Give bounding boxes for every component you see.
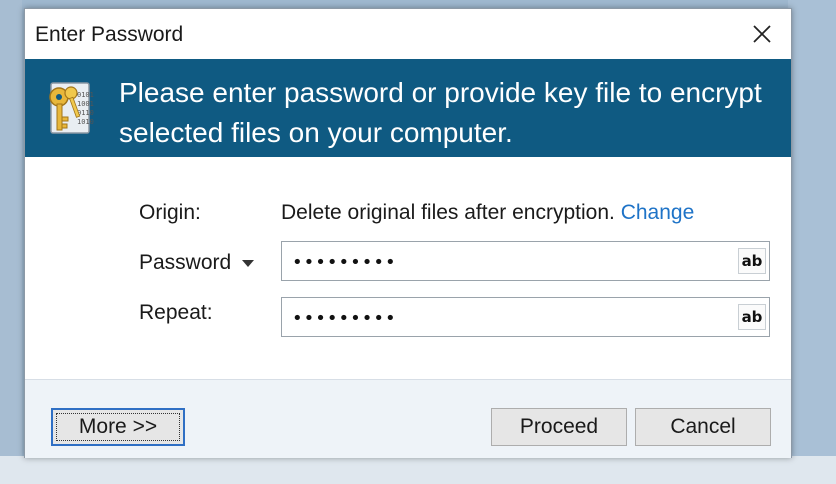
- close-button[interactable]: [733, 9, 791, 59]
- repeat-password-input[interactable]: [290, 302, 734, 334]
- desktop-background-bottom: [0, 456, 836, 484]
- header-banner: 0101 1001 0110 1010 Please enter passwor…: [25, 59, 791, 157]
- keys-document-icon: 0101 1001 0110 1010: [49, 82, 94, 134]
- banner-message: Please enter password or provide key fil…: [119, 77, 762, 148]
- password-type-dropdown[interactable]: Password: [139, 251, 255, 275]
- title-bar: Enter Password: [25, 9, 791, 59]
- dialog-footer: More >> Proceed Cancel: [25, 379, 791, 458]
- cancel-button[interactable]: Cancel: [635, 408, 771, 446]
- window-title: Enter Password: [35, 23, 184, 46]
- reveal-repeat-button[interactable]: ab: [738, 304, 766, 330]
- enter-password-dialog: Enter Password 0101 1001 0110 1010 Pleas…: [24, 8, 792, 458]
- reveal-password-button[interactable]: ab: [738, 248, 766, 274]
- password-input[interactable]: [290, 246, 734, 278]
- more-button[interactable]: More >>: [51, 408, 185, 446]
- close-icon: [753, 25, 771, 43]
- desktop-background-left: [0, 0, 22, 484]
- change-link[interactable]: Change: [621, 201, 695, 224]
- svg-text:0101: 0101: [77, 91, 94, 99]
- desktop-background-right: [788, 0, 836, 484]
- origin-value: Delete original files after encryption.: [281, 201, 615, 224]
- svg-text:1010: 1010: [77, 118, 94, 126]
- repeat-label: Repeat:: [139, 301, 213, 324]
- repeat-password-field[interactable]: ab: [281, 297, 770, 337]
- origin-label: Origin:: [139, 201, 201, 224]
- svg-text:1001: 1001: [77, 100, 94, 108]
- chevron-down-icon: [242, 260, 255, 267]
- password-field[interactable]: ab: [281, 241, 770, 281]
- proceed-button[interactable]: Proceed: [491, 408, 627, 446]
- password-label: Password: [139, 251, 232, 274]
- origin-value-row: Delete original files after encryption. …: [281, 201, 694, 225]
